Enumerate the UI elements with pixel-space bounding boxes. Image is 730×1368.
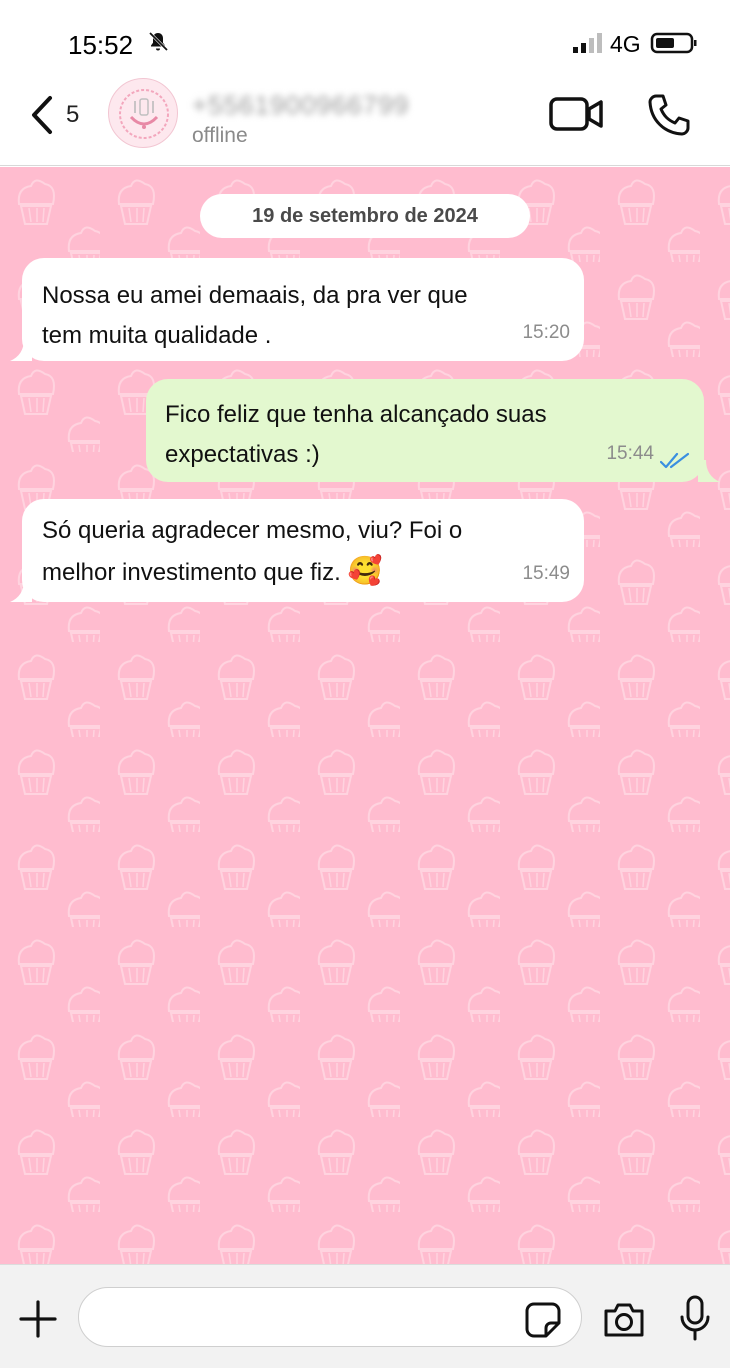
contact-name[interactable]: +5561900966799 bbox=[192, 90, 409, 121]
chat-area[interactable]: 19 de setembro de 2024 Nossa eu amei dem… bbox=[0, 167, 730, 1264]
message-time: 15:44 bbox=[606, 443, 654, 464]
date-separator: 19 de setembro de 2024 bbox=[200, 194, 530, 238]
battery-icon bbox=[650, 32, 697, 54]
contact-status: offline bbox=[192, 124, 248, 147]
message-time: 15:20 bbox=[522, 322, 570, 343]
camera-icon[interactable] bbox=[602, 1299, 646, 1339]
message-text: Nossa eu amei demaais, da pra ver que te… bbox=[42, 282, 468, 349]
signal-icon bbox=[573, 33, 602, 53]
message-bubble-outgoing[interactable]: Fico feliz que tenha alcançado suas expe… bbox=[146, 379, 704, 482]
smiling-hearts-emoji: 🥰 bbox=[347, 555, 383, 586]
back-icon[interactable] bbox=[28, 94, 58, 136]
message-text-wrap: Só queria agradecer mesmo, viu? Foi o me… bbox=[42, 511, 462, 593]
status-bar: 15:52 4G bbox=[0, 0, 730, 80]
message-text: Fico feliz que tenha alcançado suas expe… bbox=[165, 401, 547, 468]
plus-icon[interactable] bbox=[18, 1299, 58, 1339]
phone-icon[interactable] bbox=[646, 92, 692, 138]
network-type: 4G bbox=[610, 31, 641, 57]
message-text: Só queria agradecer mesmo, viu? Foi o me… bbox=[42, 517, 463, 586]
message-input[interactable] bbox=[78, 1287, 582, 1347]
avatar[interactable] bbox=[108, 78, 178, 148]
message-bubble-incoming[interactable]: Só queria agradecer mesmo, viu? Foi o me… bbox=[22, 499, 584, 602]
message-time: 15:49 bbox=[522, 563, 570, 584]
unread-count[interactable]: 5 bbox=[66, 101, 79, 129]
video-call-icon[interactable] bbox=[548, 94, 604, 134]
sticker-icon[interactable] bbox=[524, 1301, 562, 1339]
input-bar bbox=[0, 1264, 730, 1368]
bell-off-icon bbox=[148, 31, 169, 52]
message-bubble-incoming[interactable]: Nossa eu amei demaais, da pra ver que te… bbox=[22, 258, 584, 361]
double-check-icon bbox=[660, 452, 690, 469]
status-time: 15:52 bbox=[68, 30, 134, 60]
mic-icon[interactable] bbox=[678, 1295, 712, 1341]
avatar-logo-icon bbox=[119, 89, 169, 139]
chat-header: 5 +5561900966799 offline bbox=[0, 78, 730, 166]
